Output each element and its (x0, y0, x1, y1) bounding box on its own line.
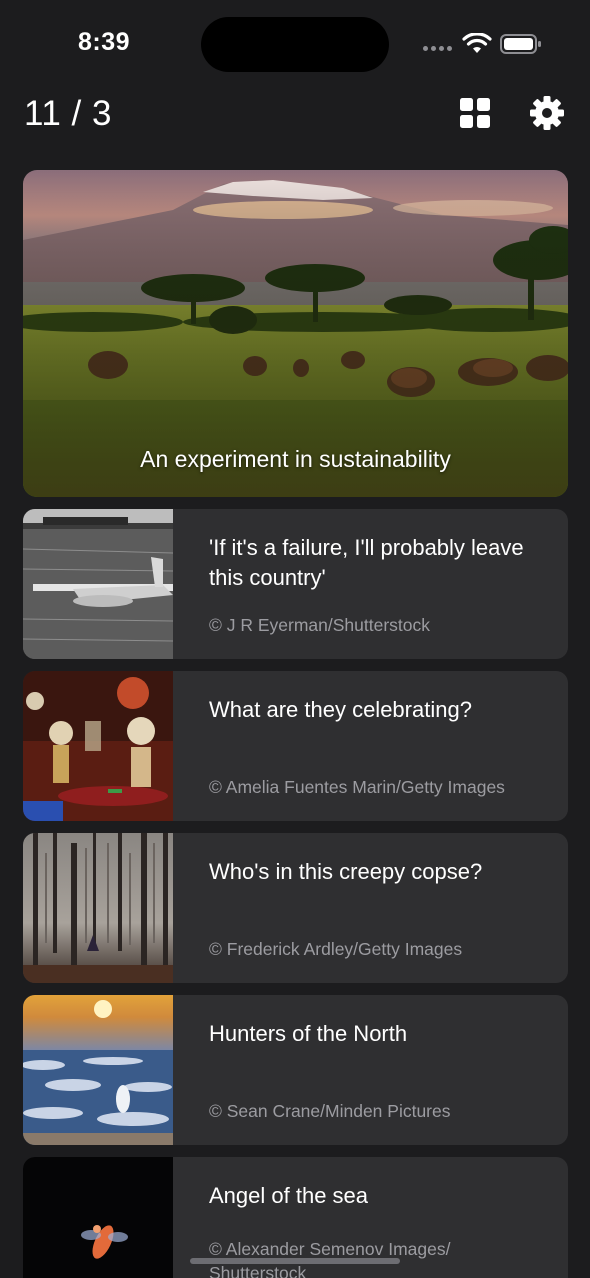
gear-icon[interactable] (529, 95, 565, 131)
story-card[interactable]: What are they celebrating? © Amelia Fuen… (23, 671, 568, 821)
dynamic-island (201, 17, 389, 72)
page-counter: 11 / 3 (24, 94, 112, 133)
hero-caption: An experiment in sustainability (140, 446, 451, 472)
story-credit: © Sean Crane/Minden Pictures (209, 1101, 451, 1121)
story-card[interactable]: 'If it's a failure, I'll probably leave … (23, 509, 568, 659)
story-thumbnail (23, 995, 173, 1145)
hero-card[interactable]: An experiment in sustainability (23, 170, 568, 497)
story-title: Angel of the sea (209, 1183, 369, 1208)
story-card[interactable]: Hunters of the North © Sean Crane/Minden… (23, 995, 568, 1145)
story-thumbnail (23, 671, 173, 821)
story-thumbnail (23, 509, 173, 659)
story-title: Who's in this creepy copse? (209, 859, 483, 884)
wifi-icon (462, 33, 492, 53)
story-credit: © J R Eyerman/Shutterstock (209, 615, 431, 635)
screen: 8:39 11 / 3 An experiment in sustainabil… (0, 0, 590, 1278)
grid-icon[interactable] (459, 97, 491, 129)
story-title: 'If it's a failure, I'll probably leave … (209, 535, 524, 590)
story-title: Hunters of the North (209, 1021, 408, 1046)
cellular-signal-icon (423, 46, 452, 51)
sea-angel-thumbnail-image (23, 1157, 173, 1278)
status-time: 8:39 (78, 28, 131, 56)
story-thumbnail (23, 833, 173, 983)
story-credit: © Amelia Fuentes Marin/Getty Images (209, 777, 505, 797)
story-thumbnail (23, 1157, 173, 1278)
story-title: What are they celebrating? (209, 697, 472, 722)
home-indicator[interactable] (190, 1258, 400, 1264)
seaplane-thumbnail-image (23, 509, 173, 659)
misty-forest-thumbnail-image (23, 833, 173, 983)
day-of-the-dead-thumbnail-image (23, 671, 173, 821)
story-card[interactable]: Who's in this creepy copse? © Frederick … (23, 833, 568, 983)
story-credit: © Frederick Ardley/Getty Images (209, 939, 463, 959)
battery-icon (500, 34, 541, 54)
polar-sea-thumbnail-image (23, 995, 173, 1145)
